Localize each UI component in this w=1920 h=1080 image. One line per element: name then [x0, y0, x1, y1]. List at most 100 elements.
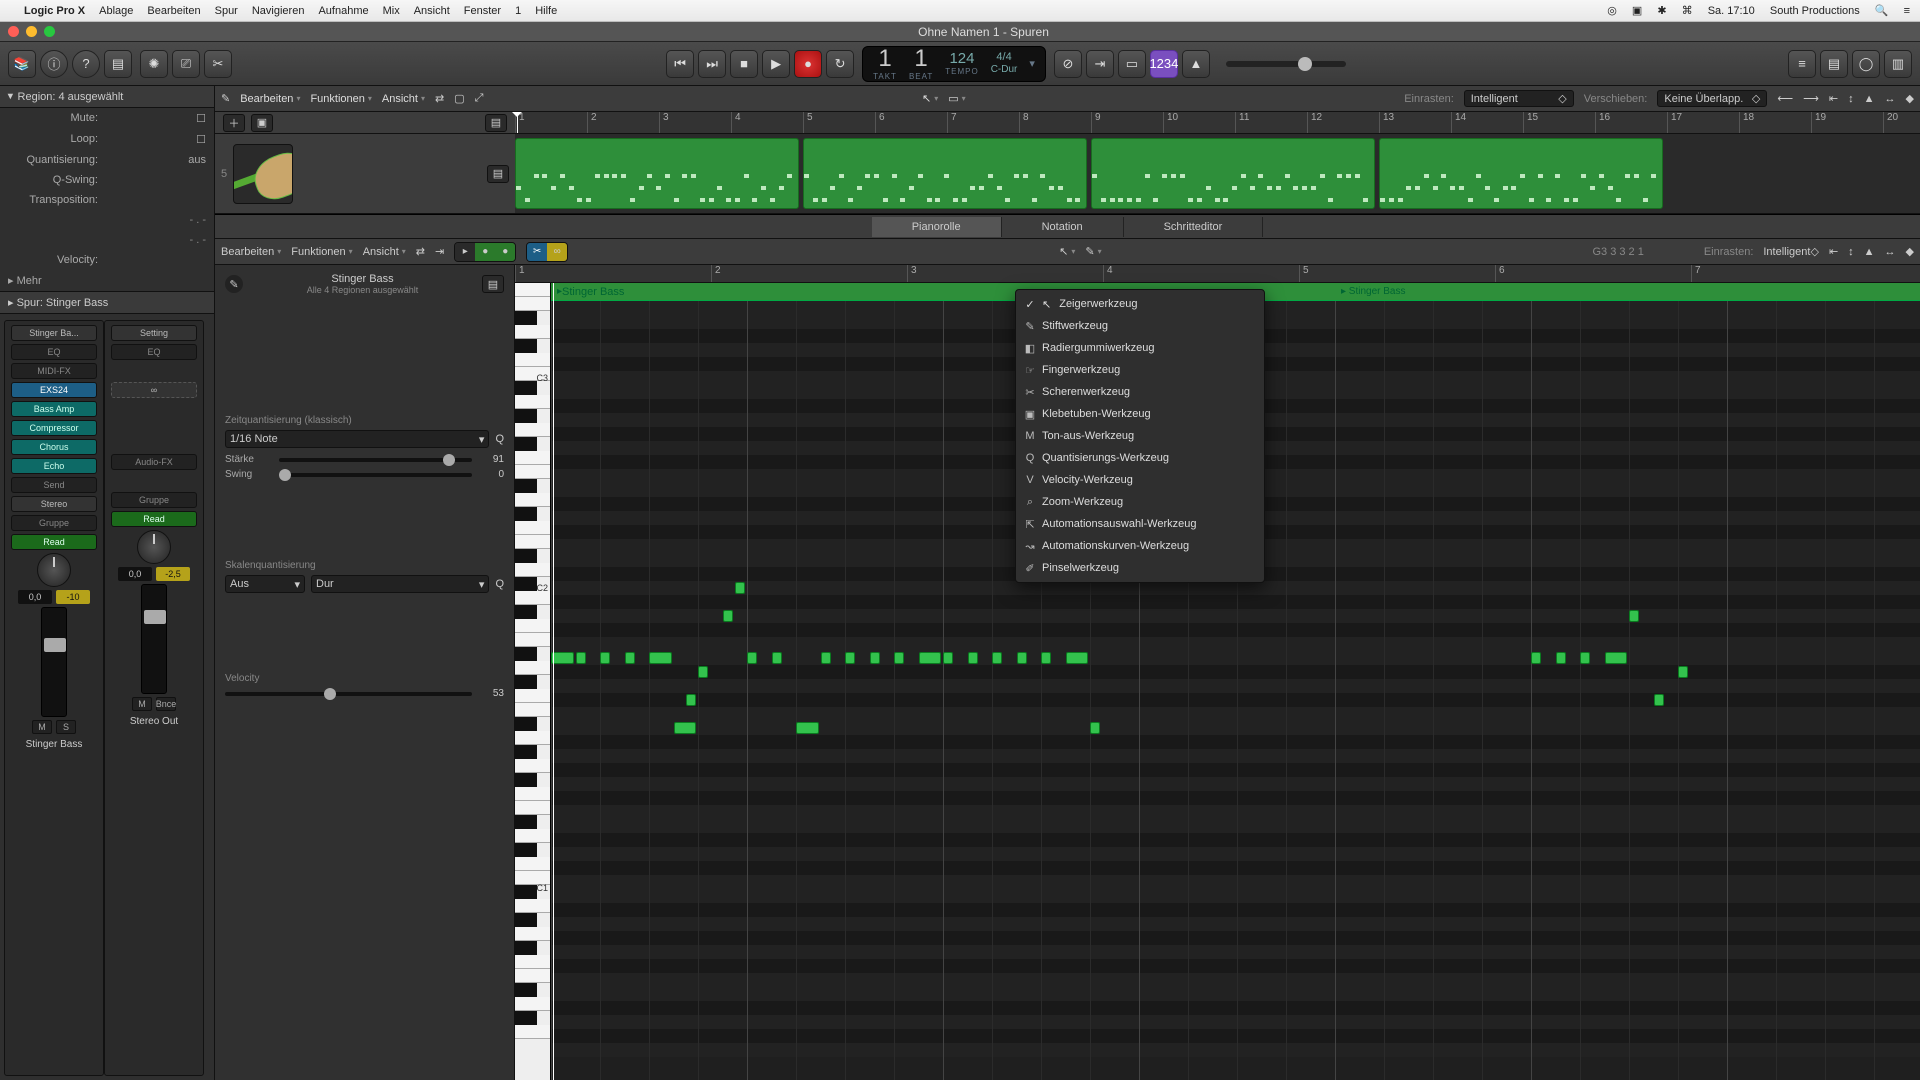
fx-slot[interactable]: Echo [11, 458, 97, 474]
gain-value[interactable]: -10 [56, 590, 90, 604]
midi-note[interactable] [649, 652, 672, 664]
bar-ruler[interactable]: 1234567891011121314151617181920 [515, 112, 1920, 133]
midi-region[interactable] [803, 138, 1087, 209]
track-lane[interactable] [515, 134, 1920, 213]
snap-select[interactable]: Intelligent◇ [1464, 90, 1574, 107]
tool-icon[interactable]: ▢ [454, 92, 464, 105]
swing-value[interactable]: 0 [478, 469, 504, 480]
tool-seg[interactable]: ✂∞ [526, 242, 568, 262]
tool-icon[interactable]: ⇥ [435, 245, 444, 258]
midi-note[interactable] [600, 652, 610, 664]
velocity-slider[interactable] [225, 692, 472, 696]
record-button[interactable]: ● [794, 50, 822, 78]
add-track-button[interactable]: ＋ [223, 114, 245, 132]
piano-keyboard[interactable]: C3C2C1 [515, 283, 551, 1080]
tool-icon[interactable]: ↕ [1848, 93, 1854, 105]
piano-ruler[interactable]: 1234567 [515, 265, 1920, 283]
tool-icon[interactable]: ▲ [1864, 93, 1875, 105]
more-toggle[interactable]: ▸ Mehr [0, 270, 214, 291]
midi-note[interactable] [1066, 652, 1089, 664]
notes-button[interactable]: ▤ [1820, 50, 1848, 78]
tool-menu-item[interactable]: QQuantisierungs-Werkzeug [1016, 447, 1264, 469]
lcd-display[interactable]: 1TAKT 1BEAT 124TEMPO 4/4C-Dur ▾ [862, 46, 1046, 82]
spotlight-icon[interactable]: 🔍 [1875, 5, 1889, 17]
tool-icon[interactable]: ◆ [1906, 92, 1914, 105]
setting-slot[interactable]: Stinger Ba... [11, 325, 97, 341]
menu-spur[interactable]: Spur [215, 5, 238, 17]
midi-note[interactable] [1580, 652, 1590, 664]
strength-value[interactable]: 91 [478, 454, 504, 465]
app-name[interactable]: Logic Pro X [24, 5, 85, 17]
tool-icon[interactable]: ⇤ [1829, 245, 1838, 258]
tool-icon[interactable]: ◆ [1906, 245, 1914, 258]
tool-menu-item[interactable]: ▣Klebetuben-Werkzeug [1016, 403, 1264, 425]
tool-icon[interactable]: ↔ [1885, 246, 1896, 258]
smart-controls-button[interactable]: ✺ [140, 50, 168, 78]
timequant-select[interactable]: 1/16 Note▾ [225, 430, 489, 448]
midi-note[interactable] [894, 652, 904, 664]
forward-button[interactable]: ⏭ [698, 50, 726, 78]
midi-note[interactable] [943, 652, 953, 664]
lcd-tempo[interactable]: 124 [949, 51, 974, 66]
midi-note[interactable] [796, 722, 819, 734]
midi-note[interactable] [821, 652, 831, 664]
menu-ansicht[interactable]: Ansicht [414, 5, 450, 17]
midi-note[interactable] [576, 652, 586, 664]
group-slot[interactable]: Gruppe [11, 515, 97, 531]
editor-options-button[interactable]: ▤ [482, 275, 504, 293]
midi-note[interactable] [625, 652, 635, 664]
status-icon[interactable]: ▣ [1632, 5, 1642, 17]
gain-value[interactable]: -2,5 [156, 567, 190, 581]
track-options-button[interactable]: ▤ [487, 165, 509, 183]
playhead[interactable] [517, 112, 518, 133]
tool-icon[interactable]: ⇄ [435, 92, 444, 105]
midi-note[interactable] [1531, 652, 1541, 664]
send-slot[interactable]: Send [11, 477, 97, 493]
tool-icon[interactable]: ↕ [1848, 246, 1854, 258]
view-menu[interactable]: Ansicht▾ [382, 93, 425, 105]
left-tool[interactable]: ↖▾ [922, 92, 938, 105]
tool-menu-item[interactable]: ⌕Zoom-Werkzeug [1016, 491, 1264, 513]
menu-hilfe[interactable]: Hilfe [535, 5, 557, 17]
automation-slot[interactable]: Read [11, 534, 97, 550]
midi-note[interactable] [747, 652, 757, 664]
right-tool[interactable]: ▭▾ [948, 92, 965, 105]
group-slot[interactable]: Gruppe [111, 492, 197, 508]
instrument-slot[interactable]: EXS24 [11, 382, 97, 398]
midi-note[interactable] [723, 610, 733, 622]
play-button[interactable]: ▶ [762, 50, 790, 78]
move-select[interactable]: Keine Überlapp.◇ [1657, 90, 1767, 107]
menu-mix[interactable]: Mix [383, 5, 400, 17]
midi-note[interactable] [1090, 722, 1100, 734]
mute-button[interactable]: M [32, 720, 52, 734]
track-icon[interactable] [233, 144, 293, 204]
pan-knob[interactable] [37, 553, 71, 587]
toolbar-button[interactable]: ▤ [104, 50, 132, 78]
volume-fader[interactable] [141, 584, 167, 694]
inspector-button[interactable]: ⓘ [40, 50, 68, 78]
count-in-button[interactable]: 1234 [1150, 50, 1178, 78]
midi-note[interactable] [735, 582, 745, 594]
region-inspector-header[interactable]: ▸Region: 4 ausgewählt [0, 86, 214, 108]
tool-icon[interactable]: ↔ [1885, 93, 1896, 105]
tool-menu-item[interactable]: ↖Zeigerwerkzeug [1016, 293, 1264, 315]
minimize-icon[interactable] [26, 26, 37, 37]
mute-button[interactable]: M [132, 697, 152, 711]
region-strip[interactable]: ▸ Stinger Bass [1335, 283, 1920, 301]
midi-note[interactable] [992, 652, 1002, 664]
tool-menu-item[interactable]: ◧Radiergummiwerkzeug [1016, 337, 1264, 359]
fx-slot[interactable]: Chorus [11, 439, 97, 455]
playhead[interactable] [553, 283, 554, 1080]
rewind-button[interactable]: ⏮ [666, 50, 694, 78]
tool-icon[interactable]: ✎ [221, 92, 230, 105]
midi-note[interactable] [674, 722, 697, 734]
status-icon[interactable]: ✱ [1657, 5, 1666, 17]
tuner-button[interactable]: ▭ [1118, 50, 1146, 78]
midi-note[interactable] [1605, 652, 1628, 664]
tool-menu-item[interactable]: ✎Stiftwerkzeug [1016, 315, 1264, 337]
zoom-icon[interactable] [44, 26, 55, 37]
midi-note[interactable] [1654, 694, 1664, 706]
tool-icon[interactable]: ⟵ [1777, 92, 1793, 105]
status-icon[interactable]: ⌘ [1682, 5, 1693, 17]
browser-button[interactable]: ▥ [1884, 50, 1912, 78]
